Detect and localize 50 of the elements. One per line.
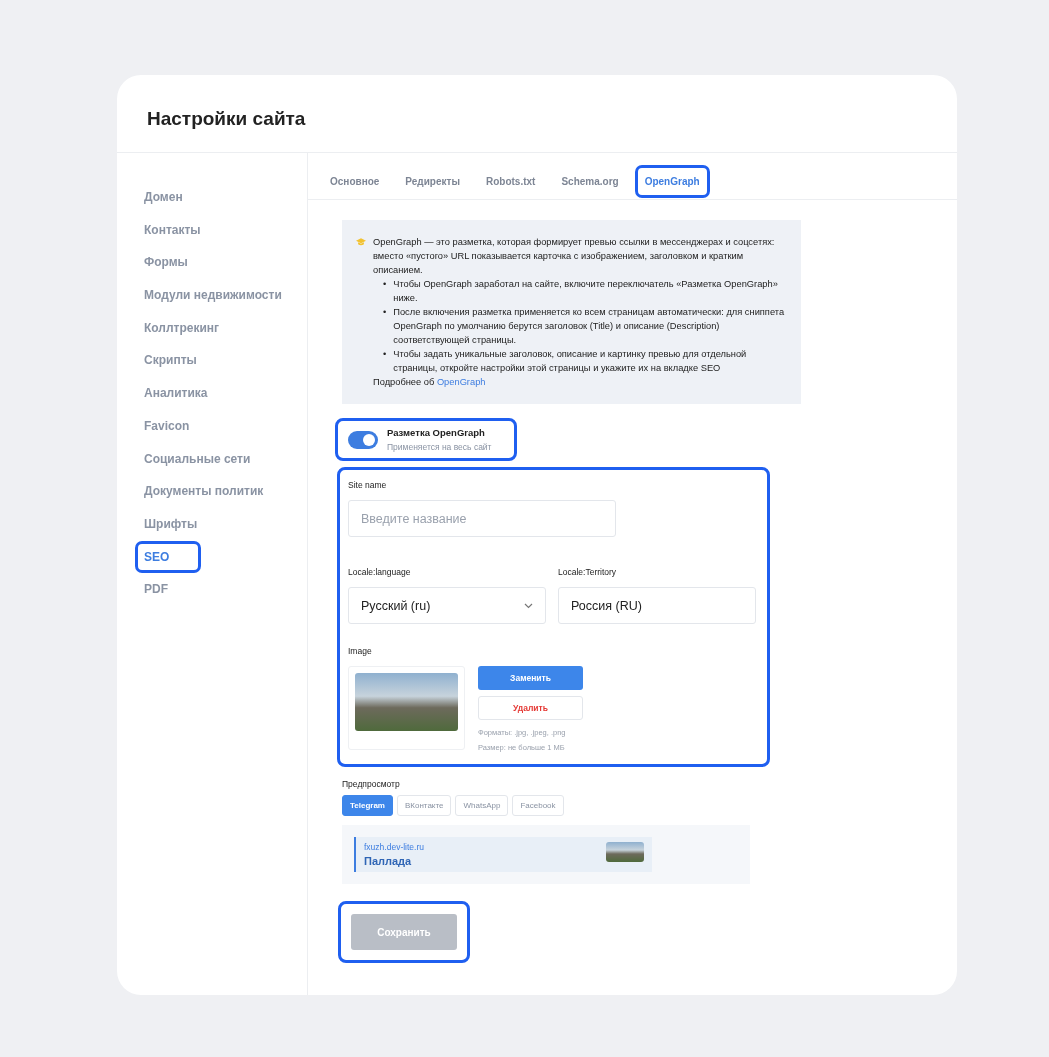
preview-tab[interactable]: Facebook (512, 795, 564, 816)
sidebar-item[interactable]: Домен (135, 181, 192, 214)
info-text: OpenGraph — это разметка, которая формирует превью ссылки в мессенджерах и соцсетях: вместо «пустого» URL показывается карточка с изображением, заголовком и кратким описанием. (373, 236, 776, 277)
sidebar-item[interactable]: Модули недвижимости (135, 279, 291, 312)
delete-button[interactable]: Удалить (478, 696, 583, 720)
toggle-switch[interactable] (348, 430, 378, 449)
sidebar-item[interactable]: Favicon (135, 409, 199, 443)
replace-button[interactable]: Заменить (478, 666, 583, 690)
field-label: Locale:Territory (558, 567, 617, 577)
info-bullet: Чтобы OpenGraph заработал на сайте, включите переключатель «Разметка OpenGraph» ниже. (393, 278, 779, 305)
site-name-field[interactable]: Введите название (348, 500, 616, 537)
info-bullet: Чтобы задать уникальные заголовок, описание и картинку превью для отдельной страницы, откройте настройки этой страницы и укажите их на вкладке SEO (393, 348, 748, 375)
toggle-hint: Применяется на весь сайт (387, 442, 492, 452)
photo-placeholder (606, 842, 644, 862)
sidebar-item[interactable]: PDF (135, 573, 177, 606)
tab[interactable]: Основное (320, 164, 390, 198)
bullet-marker: • (383, 306, 387, 319)
preview-tab[interactable]: WhatsApp (455, 795, 509, 816)
opengraph-link[interactable]: OpenGraph (436, 377, 486, 387)
field-label: Locale:language (348, 567, 411, 577)
sidebar-item[interactable]: Коллтрекинг (135, 311, 229, 345)
preview-domain: fxuzh.dev-lite.ru (364, 842, 424, 852)
sidebar-item[interactable]: Формы (135, 246, 197, 280)
sidebar-item[interactable]: Социальные сети (135, 442, 260, 476)
page-title: Настройки сайта (117, 75, 957, 153)
preview-tab[interactable]: ВКонтакте (397, 795, 452, 816)
preview-title: Паллада (364, 855, 413, 867)
tab[interactable]: Schema.org (551, 164, 629, 198)
sidebar-item[interactable]: SEO (135, 540, 201, 574)
tab[interactable]: Robots.txt (475, 164, 546, 198)
bullet-marker: • (383, 278, 387, 291)
language-select[interactable]: Русский (ru) (348, 587, 546, 624)
toggle-label: Разметка OpenGraph (387, 427, 486, 438)
territory-field[interactable]: Россия (RU) (558, 587, 756, 624)
bullet-marker: • (383, 348, 387, 361)
tab[interactable]: Редиректы (395, 164, 470, 198)
graduation-cap-icon (356, 238, 366, 247)
sidebar-item[interactable]: Документы политик (135, 475, 273, 508)
tab[interactable]: OpenGraph (634, 164, 710, 198)
sidebar-item[interactable]: Аналитика (135, 377, 217, 410)
preview-label: Предпросмотр (342, 779, 400, 789)
sidebar-item[interactable]: Шрифты (135, 507, 207, 541)
sidebar-item[interactable]: Скрипты (135, 344, 206, 378)
field-label: Site name (348, 480, 387, 490)
field-label: Image (348, 646, 372, 656)
info-bullet: После включения разметка применяется ко всем страницам автоматически: для сниппета OpenGraph по умолчанию берутся заголовок (Title) и описание (Description) соответствующей страницы. (393, 306, 786, 347)
chevron-down-icon (524, 602, 533, 609)
sidebar-item[interactable]: Контакты (135, 213, 210, 247)
more-info-text: Подробнее об OpenGraph (373, 376, 487, 389)
preview-tab[interactable]: Telegram (342, 795, 393, 816)
